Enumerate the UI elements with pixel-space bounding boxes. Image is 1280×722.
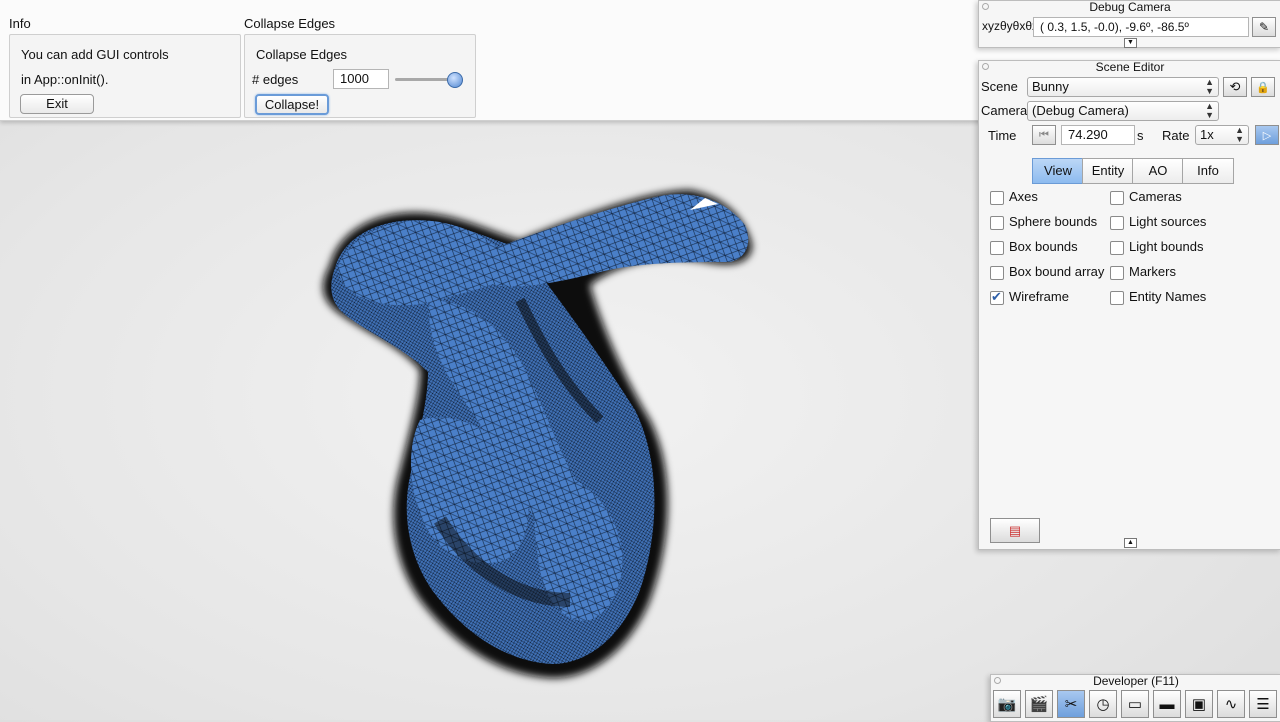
collapse-panel-title: Collapse Edges — [244, 16, 336, 31]
edit-icon[interactable]: ✎ — [1252, 17, 1276, 37]
lock-icon[interactable]: 🔒 — [1251, 77, 1275, 97]
expand-down-icon[interactable]: ▼ — [1124, 38, 1137, 48]
reset-time-icon[interactable]: ⏮ — [1032, 125, 1056, 145]
exit-button[interactable]: Exit — [20, 94, 94, 114]
tab-info[interactable]: Info — [1182, 158, 1234, 184]
collapse-button[interactable]: Collapse! — [255, 94, 329, 115]
terminal-icon[interactable]: ▬ — [1153, 690, 1181, 718]
save-icon[interactable]: ▤ — [990, 518, 1040, 543]
info-panel-title: Info — [9, 16, 31, 31]
info-line-1: You can add GUI controls — [21, 47, 169, 62]
developer-title: Developer (F11) — [1093, 674, 1179, 688]
checkbox-box[interactable] — [1110, 266, 1124, 280]
camera-label: Camera — [981, 103, 1028, 118]
checkbox-label: Axes — [1009, 189, 1038, 204]
note-icon[interactable]: ▭ — [1121, 690, 1149, 718]
checkbox-label: Light sources — [1129, 214, 1207, 229]
collapse-inner-title: Collapse Edges — [256, 47, 348, 62]
debug-camera-window: Debug Camera xyzθyθxθz ( 0.3, 1.5, -0.0)… — [978, 0, 1280, 48]
checkbox-box[interactable] — [990, 241, 1004, 255]
camera-coords-input[interactable]: ( 0.3, 1.5, -0.0), -9.6º, -86.5º — [1033, 17, 1249, 37]
time-unit: s — [1137, 128, 1144, 143]
rate-label: Rate — [1162, 128, 1190, 143]
scene-editor-title: Scene Editor — [1095, 60, 1165, 74]
scene-editor-window: Scene Editor Scene Bunny ▲ ▼ ⟲ 🔒 Camera (… — [978, 60, 1280, 550]
checkbox-box[interactable] — [990, 216, 1004, 230]
play-icon[interactable]: ▷ — [1255, 125, 1279, 145]
camera-select[interactable]: (Debug Camera) ▲ ▼ — [1027, 101, 1219, 121]
checkbox-box[interactable] — [990, 191, 1004, 205]
updown-arrows-icon: ▲ ▼ — [1205, 101, 1214, 120]
checkbox-box[interactable] — [1110, 291, 1124, 305]
checkbox-label: Box bound array — [1009, 264, 1105, 279]
reload-icon[interactable]: ⟲ — [1223, 77, 1247, 97]
checkbox-label: Entity Names — [1129, 289, 1207, 304]
checkbox-label: Wireframe — [1009, 289, 1069, 304]
tab-ao[interactable]: AO — [1132, 158, 1184, 184]
camera-icon[interactable]: 📷 — [993, 690, 1021, 718]
checkbox-label: Cameras — [1129, 189, 1182, 204]
edges-slider-knob[interactable] — [447, 72, 463, 88]
updown-arrows-icon: ▲ ▼ — [1235, 125, 1244, 144]
checkbox-box[interactable] — [990, 289, 1004, 305]
rate-select[interactable]: 1x ▲ ▼ — [1195, 125, 1249, 145]
checkbox-box[interactable] — [1110, 241, 1124, 255]
bunny-mesh — [323, 190, 752, 679]
collapse-panel: Collapse Edges # edges 1000 Collapse! — [244, 34, 476, 118]
time-input[interactable]: 74.290 — [1061, 125, 1135, 145]
checkbox-box[interactable] — [1110, 191, 1124, 205]
checkbox-label: Box bounds — [1009, 239, 1078, 254]
tab-entity[interactable]: Entity — [1082, 158, 1134, 184]
xyz-label: xyzθyθxθz — [982, 19, 1039, 33]
wrench-scissors-icon[interactable]: ✂ — [1057, 690, 1085, 718]
document-icon[interactable]: ☰ — [1249, 690, 1277, 718]
clock-icon[interactable]: ◷ — [1089, 690, 1117, 718]
film-clapper-icon[interactable]: 🎬 — [1025, 690, 1053, 718]
edges-input[interactable]: 1000 — [333, 69, 389, 89]
updown-arrows-icon: ▲ ▼ — [1205, 77, 1214, 96]
tab-view[interactable]: View — [1032, 158, 1084, 184]
edges-label: # edges — [252, 72, 299, 87]
waveform-icon[interactable]: ∿ — [1217, 690, 1245, 718]
windows-icon[interactable]: ▣ — [1185, 690, 1213, 718]
time-label: Time — [988, 128, 1017, 143]
checkbox-box[interactable] — [990, 266, 1004, 280]
scene-select-value: Bunny — [1032, 79, 1069, 94]
debug-camera-title: Debug Camera — [1089, 0, 1171, 14]
checkbox-label: Light bounds — [1129, 239, 1204, 254]
collapse-up-icon[interactable]: ▲ — [1124, 538, 1137, 548]
checkbox-box[interactable] — [1110, 216, 1124, 230]
developer-window: Developer (F11) 📷 🎬 ✂ ◷ ▭ ▬ ▣ ∿ ☰ — [990, 674, 1280, 722]
info-line-2: in App::onInit(). — [21, 72, 109, 87]
rate-select-value: 1x — [1200, 127, 1214, 142]
scene-label: Scene — [981, 79, 1018, 94]
checkbox-label: Sphere bounds — [1009, 214, 1098, 229]
scene-select[interactable]: Bunny ▲ ▼ — [1027, 77, 1219, 97]
camera-select-value: (Debug Camera) — [1032, 103, 1129, 118]
checkbox-label: Markers — [1129, 264, 1176, 279]
info-panel: You can add GUI controls in App::onInit(… — [9, 34, 241, 118]
